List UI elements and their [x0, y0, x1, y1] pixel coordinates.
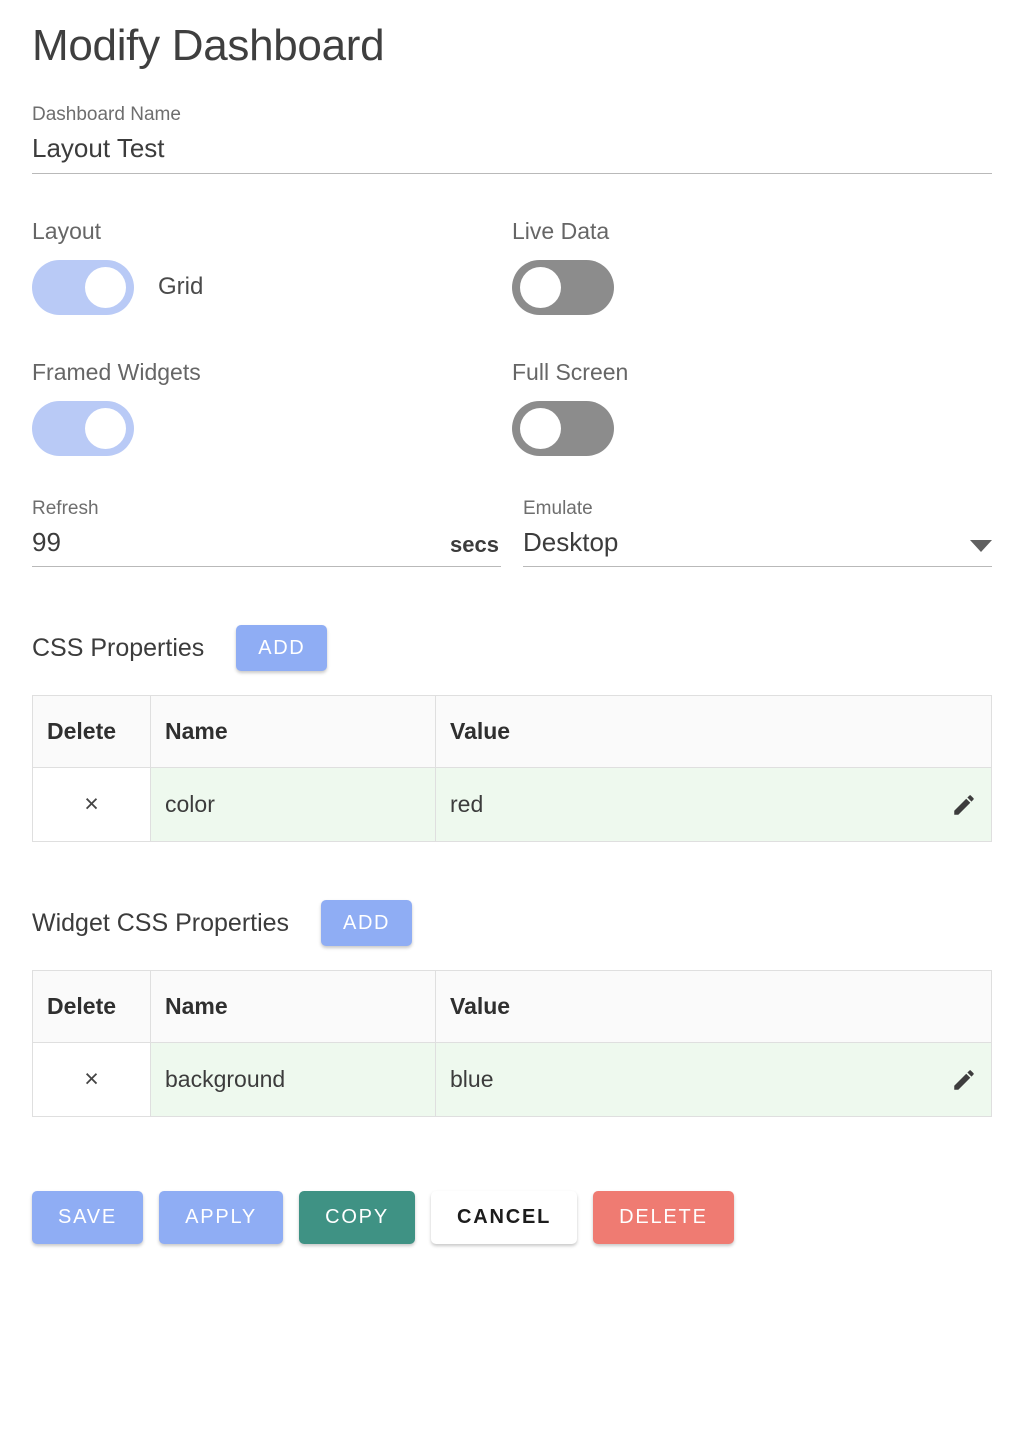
page-title: Modify Dashboard	[32, 21, 385, 70]
delete-row-button[interactable]: ×	[32, 767, 151, 843]
widget-css-properties-table: Delete Name Value × background blue	[32, 970, 992, 1118]
pencil-icon[interactable]	[951, 792, 977, 818]
layout-label: Layout	[32, 218, 102, 245]
refresh-field: Refresh 99 secs	[32, 498, 501, 568]
emulate-value: Desktop	[523, 527, 619, 558]
property-value-cell[interactable]: blue	[435, 1042, 992, 1118]
dashboard-name-field: Dashboard Name Layout Test	[32, 104, 992, 175]
apply-button[interactable]: APPLY	[159, 1191, 284, 1245]
toggle-row-2: Framed Widgets Full Screen	[32, 359, 992, 456]
toggle-grid: Layout Grid Live Data Framed Widgets Ful…	[32, 218, 992, 456]
emulate-field: Emulate Desktop	[523, 498, 992, 568]
table-header-row: Delete Name Value	[32, 695, 992, 769]
save-button[interactable]: SAVE	[32, 1191, 144, 1245]
chevron-down-icon	[970, 540, 992, 553]
framed-widgets-toggle-knob	[85, 407, 126, 449]
toggle-group-live-data: Live Data	[512, 218, 992, 315]
emulate-select[interactable]: Desktop	[523, 524, 992, 568]
toggle-row-1: Layout Grid Live Data	[32, 218, 992, 315]
emulate-label: Emulate	[523, 497, 593, 519]
column-header-value: Value	[435, 970, 992, 1044]
column-header-delete: Delete	[32, 970, 151, 1044]
full-screen-label: Full Screen	[512, 358, 629, 385]
action-bar: SAVE APPLY COPY CANCEL DELETE	[32, 1191, 992, 1245]
copy-button[interactable]: COPY	[299, 1191, 415, 1245]
table-row: × background blue	[32, 1042, 992, 1118]
delete-button[interactable]: DELETE	[593, 1191, 734, 1245]
live-data-toggle[interactable]	[512, 259, 614, 315]
live-data-toggle-knob	[520, 266, 561, 308]
table-header-row: Delete Name Value	[32, 970, 992, 1044]
close-icon: ×	[84, 1065, 99, 1094]
css-properties-add-button[interactable]: ADD	[236, 625, 328, 672]
delete-row-button[interactable]: ×	[32, 1042, 151, 1118]
widget-css-properties-title: Widget CSS Properties	[32, 908, 290, 937]
property-value-cell[interactable]: red	[435, 767, 992, 843]
pencil-icon[interactable]	[951, 1067, 977, 1093]
css-properties-table: Delete Name Value × color red	[32, 695, 992, 843]
refresh-value: 99	[32, 527, 61, 558]
toggle-group-layout: Layout Grid	[32, 218, 512, 315]
cancel-button[interactable]: CANCEL	[430, 1191, 578, 1245]
css-properties-title: CSS Properties	[32, 633, 205, 662]
property-value-text: blue	[450, 1066, 494, 1093]
layout-toggle-knob	[85, 266, 126, 308]
property-value-text: red	[450, 791, 484, 818]
property-name-cell[interactable]: background	[150, 1042, 436, 1118]
toggle-group-framed-widgets: Framed Widgets	[32, 359, 512, 456]
css-properties-header: CSS Properties ADD	[32, 625, 992, 672]
full-screen-toggle-knob	[520, 407, 561, 449]
property-name-cell[interactable]: color	[150, 767, 436, 843]
full-screen-toggle[interactable]	[512, 400, 614, 456]
close-icon: ×	[84, 790, 99, 819]
widget-css-properties-header: Widget CSS Properties ADD	[32, 900, 992, 947]
refresh-emulate-row: Refresh 99 secs Emulate Desktop	[32, 498, 992, 568]
table-row: × color red	[32, 767, 992, 843]
column-header-name: Name	[150, 970, 436, 1044]
column-header-value: Value	[435, 695, 992, 769]
widget-css-properties-add-button[interactable]: ADD	[321, 900, 413, 947]
framed-widgets-toggle[interactable]	[32, 400, 134, 456]
live-data-label: Live Data	[512, 218, 610, 245]
framed-widgets-label: Framed Widgets	[32, 358, 201, 385]
column-header-delete: Delete	[32, 695, 151, 769]
refresh-suffix: secs	[450, 532, 499, 558]
layout-toggle-caption: Grid	[158, 273, 204, 301]
dashboard-name-label: Dashboard Name	[32, 104, 181, 126]
dashboard-name-input[interactable]: Layout Test	[32, 127, 992, 175]
layout-toggle[interactable]	[32, 259, 134, 315]
toggle-group-full-screen: Full Screen	[512, 359, 992, 456]
modify-dashboard-page: Modify Dashboard Dashboard Name Layout T…	[0, 0, 1024, 1245]
refresh-label: Refresh	[32, 497, 99, 519]
refresh-input[interactable]: 99 secs	[32, 524, 501, 568]
column-header-name: Name	[150, 695, 436, 769]
